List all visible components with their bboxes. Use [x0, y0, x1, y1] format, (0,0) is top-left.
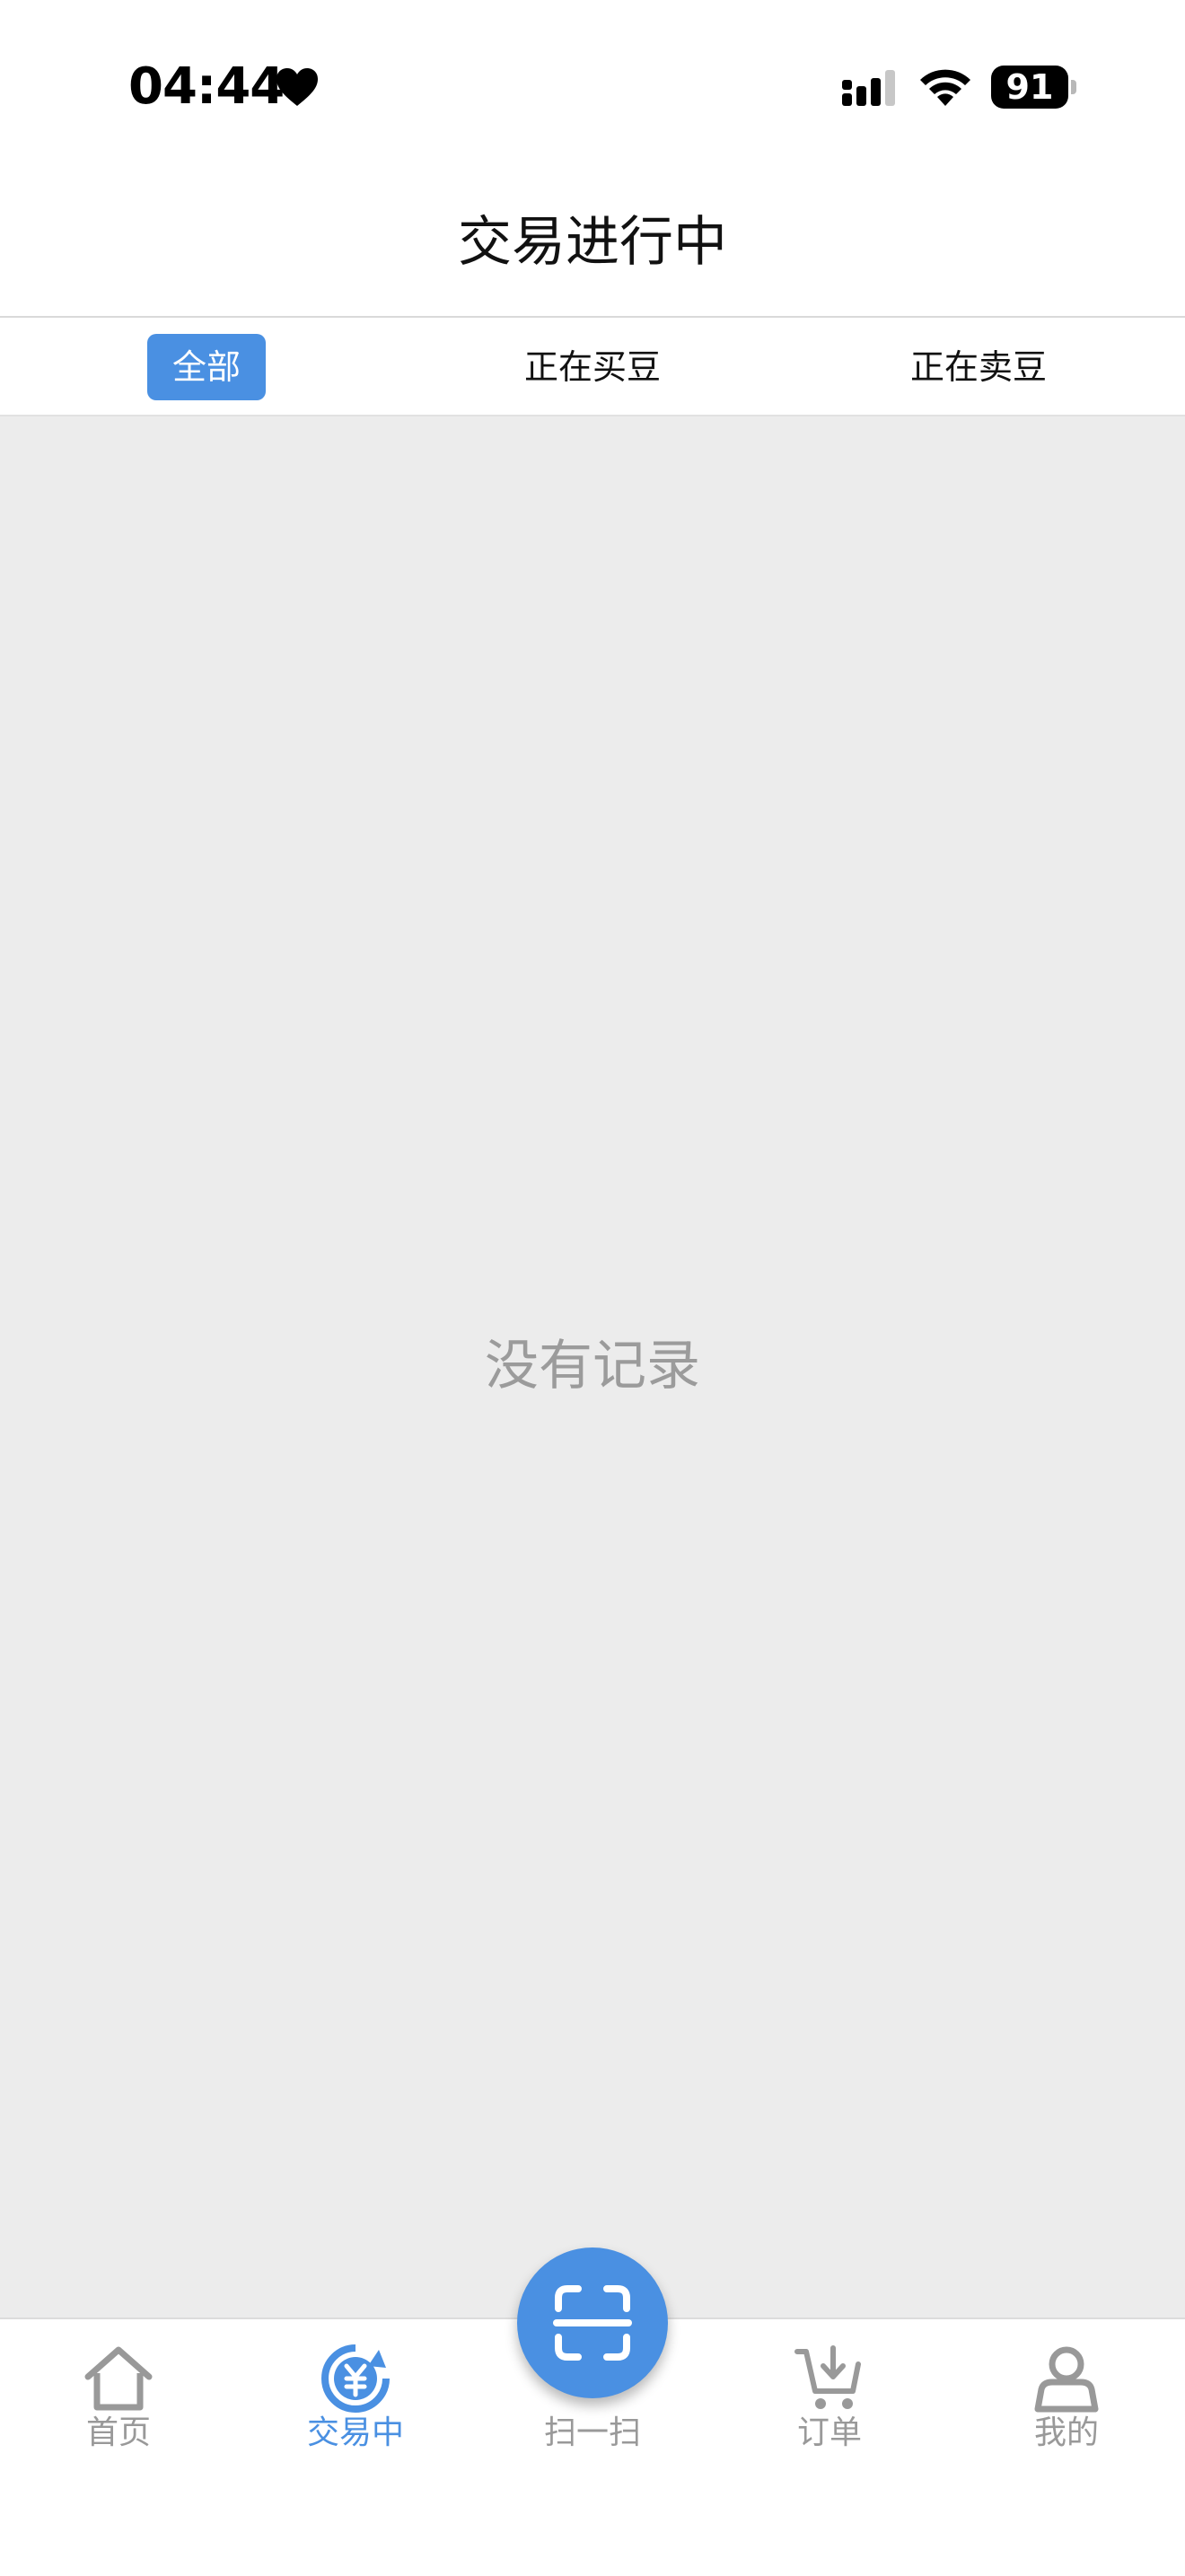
- filter-tab-buying[interactable]: 正在买豆: [503, 334, 682, 400]
- scan-button[interactable]: [517, 2247, 668, 2398]
- tab-mine[interactable]: 我的: [948, 2319, 1185, 2499]
- battery-icon: 91: [991, 66, 1077, 109]
- filter-tabs: 全部 正在买豆 正在卖豆: [0, 318, 1185, 416]
- filter-tab-selling[interactable]: 正在卖豆: [889, 334, 1068, 400]
- home-icon: [84, 2346, 153, 2411]
- wifi-icon: [920, 69, 970, 106]
- filter-tab-all[interactable]: 全部: [147, 334, 266, 400]
- empty-state-message: 没有记录: [485, 1335, 700, 1398]
- yuan-exchange-icon: [321, 2344, 390, 2413]
- tab-mine-label: 我的: [1033, 2414, 1099, 2451]
- cellular-signal-icon: [842, 70, 895, 106]
- tab-orders-label: 订单: [796, 2414, 862, 2451]
- cart-icon: [794, 2345, 861, 2409]
- records-list: 没有记录: [0, 416, 1185, 2318]
- status-bar: 04:44 91: [0, 0, 1185, 171]
- page-title: 交易进行中: [458, 211, 727, 274]
- scan-icon: [553, 2285, 632, 2361]
- tab-scan-label: 扫一扫: [543, 2414, 641, 2451]
- heart-icon: [276, 68, 318, 106]
- user-icon: [1034, 2346, 1099, 2413]
- tab-trading-label: 交易中: [306, 2414, 404, 2451]
- tab-home[interactable]: 首页: [0, 2319, 237, 2499]
- nav-header: 交易进行中: [0, 171, 1185, 318]
- tab-home-label: 首页: [85, 2414, 151, 2451]
- status-time: 04:44: [128, 57, 285, 116]
- tab-trading[interactable]: 交易中: [237, 2319, 474, 2499]
- battery-level: 91: [1005, 67, 1054, 107]
- tab-orders[interactable]: 订单: [711, 2319, 948, 2499]
